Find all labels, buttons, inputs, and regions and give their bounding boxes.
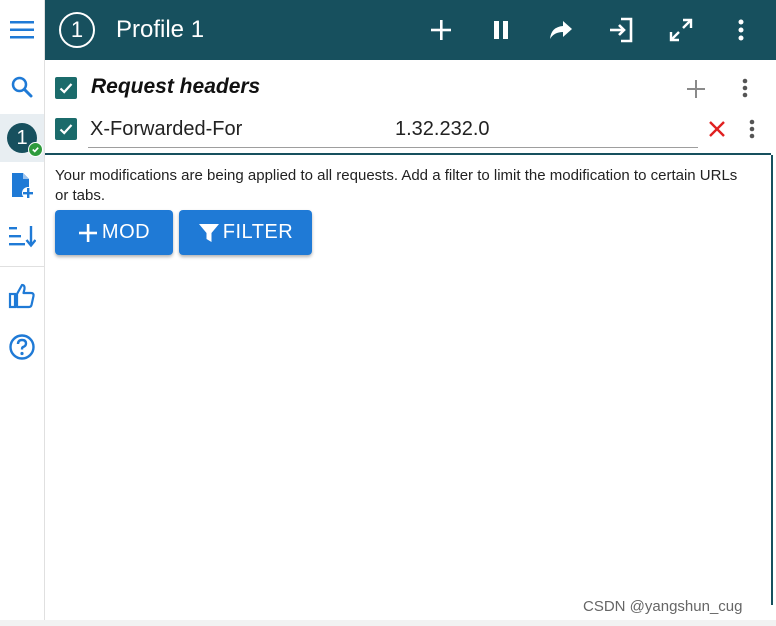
help-icon <box>9 334 35 360</box>
sidebar: 1 <box>0 0 45 626</box>
more-vert-icon <box>742 78 748 98</box>
profile-title[interactable]: Profile 1 <box>116 16 204 44</box>
add-header-button[interactable] <box>685 78 707 100</box>
add-profile-button[interactable] <box>0 164 44 208</box>
plus-icon <box>431 20 451 40</box>
import-button[interactable] <box>605 14 637 46</box>
share-button[interactable] <box>545 14 577 46</box>
profile-header: 1 Profile 1 <box>45 0 776 60</box>
header-value-field[interactable]: 1.32.232.0 <box>395 118 490 141</box>
search-icon <box>11 76 33 98</box>
modifier-row: X-Forwarded-For 1.32.232.0 <box>45 112 776 156</box>
sort-button[interactable] <box>0 214 44 258</box>
search-button[interactable] <box>0 65 44 109</box>
profile-number: 1 <box>70 17 84 42</box>
check-icon <box>59 124 73 135</box>
request-headers-checkbox[interactable] <box>55 77 77 99</box>
expand-icon <box>669 18 693 42</box>
like-button[interactable] <box>0 274 44 318</box>
modifier-more-button[interactable] <box>747 118 757 140</box>
plus-icon <box>687 80 705 98</box>
info-message: Your modifications are being applied to … <box>55 167 738 204</box>
thumbs-up-icon <box>8 283 35 309</box>
login-icon <box>610 17 633 43</box>
profile-number-circle: 1 <box>59 12 95 48</box>
help-button[interactable] <box>0 325 44 369</box>
add-mod-label: MOD <box>101 221 151 243</box>
add-file-icon <box>12 173 34 199</box>
more-vert-icon <box>749 119 755 139</box>
plus-icon <box>78 223 97 242</box>
modifier-checkbox[interactable] <box>55 118 77 140</box>
add-filter-button[interactable]: FILTER <box>179 210 312 255</box>
add-mod-button[interactable]: MOD <box>55 210 173 255</box>
menu-button[interactable] <box>0 0 44 60</box>
section-more-button[interactable] <box>740 77 750 99</box>
field-underline <box>88 147 698 148</box>
header-name-field[interactable]: X-Forwarded-For <box>90 118 242 141</box>
header-more-button[interactable] <box>725 14 757 46</box>
hamburger-menu-icon <box>10 21 34 39</box>
sort-icon <box>9 226 36 248</box>
profile-1-tab[interactable]: 1 <box>0 114 44 162</box>
add-modification-button[interactable] <box>425 14 457 46</box>
pause-icon <box>494 21 508 39</box>
add-filter-label: FILTER <box>222 221 294 243</box>
section-divider <box>45 153 771 155</box>
request-headers-section: Request headers <box>45 68 776 108</box>
pause-button[interactable] <box>485 14 517 46</box>
delete-modifier-button[interactable] <box>707 119 727 139</box>
bottom-strip <box>0 620 776 626</box>
watermark-text: CSDN @yangshun_cug <box>583 598 743 615</box>
more-vert-icon <box>738 19 744 41</box>
close-icon <box>709 121 725 137</box>
fullscreen-button[interactable] <box>665 14 697 46</box>
profile-badge-number: 1 <box>16 126 28 149</box>
share-arrow-icon <box>550 21 572 39</box>
filter-icon <box>198 223 219 242</box>
sidebar-divider <box>0 266 44 267</box>
section-title: Request headers <box>91 75 261 98</box>
check-icon <box>59 83 73 94</box>
right-edge-line <box>771 155 773 605</box>
active-check-icon <box>28 142 43 157</box>
profile-badge: 1 <box>7 123 43 157</box>
